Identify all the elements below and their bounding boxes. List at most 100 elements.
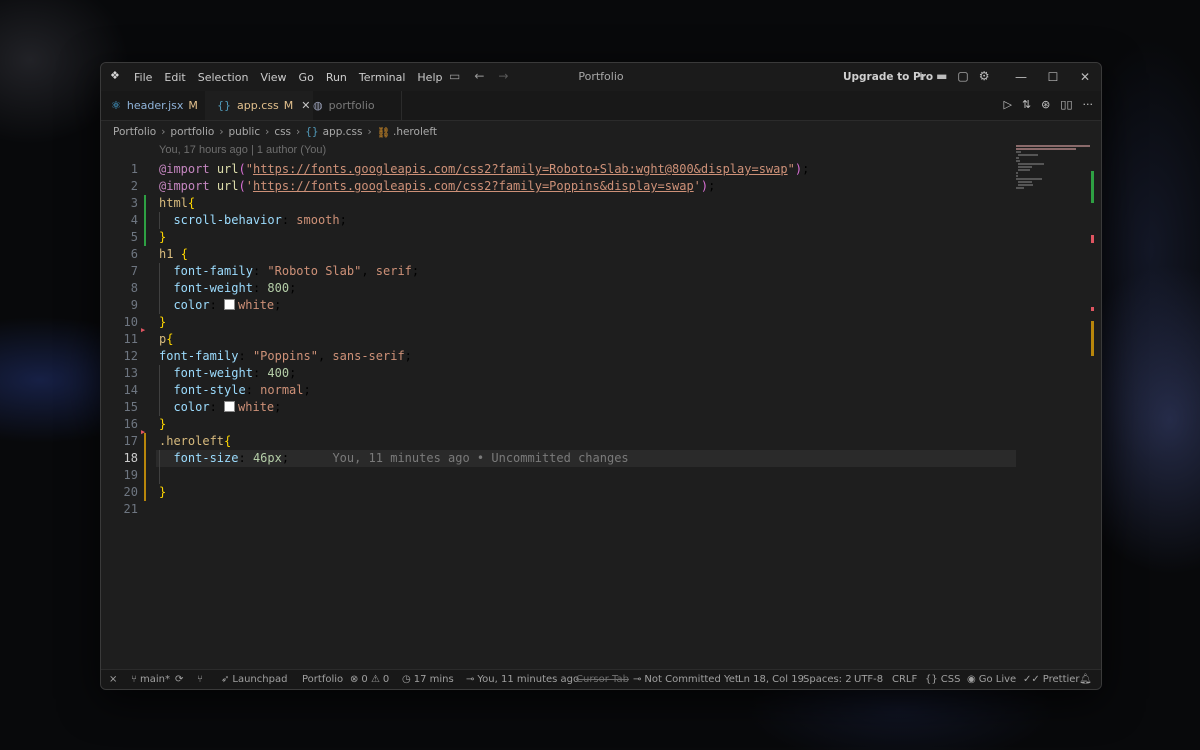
braces-icon: {} xyxy=(925,674,938,685)
minimize-icon[interactable]: — xyxy=(1005,63,1037,91)
code-text: color: white; xyxy=(173,400,282,414)
code-line[interactable]: 3 html{ xyxy=(101,195,1091,212)
error-count: 0 xyxy=(361,674,368,685)
code-line[interactable]: 19 xyxy=(101,467,1091,484)
code-line[interactable]: 21 xyxy=(101,501,1091,518)
tab-header-jsx[interactable]: ⚛ header.jsx M xyxy=(101,91,215,120)
breadcrumb-item[interactable]: css xyxy=(274,126,291,138)
menu-view[interactable]: View xyxy=(260,71,286,84)
source-control-icon[interactable]: ⑂ xyxy=(197,670,203,689)
split-editor-icon[interactable]: ▯▯ xyxy=(1060,98,1072,111)
breadcrumb: Portfolio › portfolio › public › css › {… xyxy=(113,123,437,141)
branch-indicator[interactable]: ⑂ main* xyxy=(131,670,170,689)
new-chat-icon[interactable]: + xyxy=(916,69,926,83)
menu-selection[interactable]: Selection xyxy=(198,71,249,84)
tab-app-css[interactable]: {} app.css M ✕ xyxy=(205,91,313,120)
react-icon: ⚛ xyxy=(111,99,121,112)
menu-terminal[interactable]: Terminal xyxy=(359,71,406,84)
breadcrumb-item[interactable]: .heroleft xyxy=(393,126,437,138)
code-line[interactable]: 8 font-weight: 800; xyxy=(101,280,1091,297)
git-icon[interactable]: ⊛ xyxy=(1041,98,1050,111)
breadcrumb-item[interactable]: app.css xyxy=(323,126,363,138)
app-logo-icon: ❖ xyxy=(110,69,120,82)
commit-status[interactable]: ⊸ Not Committed Yet xyxy=(633,670,739,689)
css-braces-icon: {} xyxy=(305,126,319,138)
line-number: 15 xyxy=(123,400,138,414)
menu-edit[interactable]: Edit xyxy=(164,71,185,84)
language-mode[interactable]: {} CSS xyxy=(925,670,960,689)
breadcrumb-item[interactable]: public xyxy=(229,126,261,138)
code-line[interactable]: 2 @import url('https://fonts.googleapis.c… xyxy=(101,178,1091,195)
more-actions-icon[interactable]: ··· xyxy=(1083,98,1094,111)
modified-badge: M xyxy=(283,99,294,112)
time-tracker[interactable]: ◷ 17 mins xyxy=(402,670,454,689)
prettier-status[interactable]: ✓✓ Prettier xyxy=(1023,670,1080,689)
code-text: @import url("https://fonts.googleapis.co… xyxy=(159,162,810,176)
code-text: scroll-behavior: smooth; xyxy=(173,213,347,227)
code-line[interactable]: 12 font-family: "Poppins", sans-serif; xyxy=(101,348,1091,365)
indentation[interactable]: Spaces: 2 xyxy=(803,670,852,689)
line-number: 4 xyxy=(130,213,138,227)
line-number: 8 xyxy=(130,281,138,295)
line-endings[interactable]: CRLF xyxy=(892,670,917,689)
workspace-label[interactable]: Portfolio xyxy=(302,670,343,689)
problems-indicator[interactable]: ⊗ 0 ⚠ 0 xyxy=(350,670,389,689)
codelens-blame[interactable]: You, 17 hours ago | 1 author (You) xyxy=(159,144,326,156)
css-braces-icon: {} xyxy=(217,99,231,112)
code-line[interactable]: 14 font-style: normal; xyxy=(101,382,1091,399)
color-swatch[interactable] xyxy=(224,401,236,412)
compare-icon[interactable]: ⇅ xyxy=(1022,98,1031,111)
breadcrumb-item[interactable]: Portfolio xyxy=(113,126,156,138)
minimap[interactable] xyxy=(1016,143,1091,193)
code-line[interactable]: 11 p{ xyxy=(101,331,1091,348)
launchpad-item[interactable]: ➶ Launchpad xyxy=(221,670,287,689)
code-line[interactable]: 6 h1 { xyxy=(101,246,1091,263)
inline-blame[interactable]: You, 11 minutes ago • Uncommitted change… xyxy=(332,451,628,465)
menu-run[interactable]: Run xyxy=(326,71,347,84)
toggle-sidebar-icon[interactable]: ▭ xyxy=(449,69,460,83)
code-line[interactable]: 9 color: white; xyxy=(101,297,1091,314)
sync-icon[interactable]: ⟳ xyxy=(175,670,183,689)
code-line[interactable]: 10} xyxy=(101,314,1091,331)
code-line[interactable]: 16} xyxy=(101,416,1091,433)
code-editor[interactable]: You, 17 hours ago | 1 author (You) ▶ ▶ 1 @i… xyxy=(101,143,1091,663)
scrollbar[interactable] xyxy=(1091,143,1101,663)
code-line[interactable]: 1 @import url("https://fonts.googleapis.c… xyxy=(101,161,1091,178)
settings-gear-icon[interactable]: ⚙ xyxy=(979,69,990,83)
color-swatch[interactable] xyxy=(224,299,236,310)
code-text: } xyxy=(159,417,167,431)
menu-file[interactable]: File xyxy=(134,71,152,84)
go-live-button[interactable]: ◉ Go Live xyxy=(967,670,1016,689)
code-text: font-family: "Roboto Slab", serif; xyxy=(173,264,420,278)
remote-icon[interactable]: ⨯ xyxy=(109,670,117,689)
forward-arrow-icon[interactable]: → xyxy=(498,69,508,83)
code-line[interactable]: 7 font-family: "Roboto Slab", serif; xyxy=(101,263,1091,280)
breadcrumb-item[interactable]: portfolio xyxy=(170,126,214,138)
menu-help[interactable]: Help xyxy=(417,71,442,84)
close-window-icon[interactable]: ✕ xyxy=(1069,63,1101,91)
code-line[interactable]: 17 .heroleft{ xyxy=(101,433,1091,450)
chat-icon[interactable]: ▢ xyxy=(957,69,968,83)
code-text: } xyxy=(159,485,167,499)
code-text: font-weight: 800; xyxy=(173,281,297,295)
tab-label: app.css xyxy=(237,99,279,112)
code-line[interactable]: 13 font-weight: 400; xyxy=(101,365,1091,382)
back-arrow-icon[interactable]: ← xyxy=(474,69,484,83)
code-line[interactable]: 20} xyxy=(101,484,1091,501)
code-line[interactable]: 15 color: white; xyxy=(101,399,1091,416)
encoding[interactable]: UTF-8 xyxy=(854,670,883,689)
line-number: 5 xyxy=(130,230,138,244)
code-text: @import url('https://fonts.googleapis.co… xyxy=(159,179,716,193)
notifications-bell-icon[interactable]: 🔔︎ xyxy=(1079,670,1092,689)
code-line[interactable]: 18 font-size: 46px; You, 11 minutes ago … xyxy=(101,450,1091,467)
menu-go[interactable]: Go xyxy=(299,71,314,84)
tab-portfolio[interactable]: ◍ portfolio xyxy=(301,91,402,120)
cursor-position[interactable]: Ln 18, Col 19 xyxy=(738,670,804,689)
blame-status[interactable]: ⊸ You, 11 minutes ago xyxy=(466,670,579,689)
code-line[interactable]: 5} xyxy=(101,229,1091,246)
cursor-tab-status[interactable]: Cursor Tab xyxy=(576,670,629,689)
code-line[interactable]: 4 scroll-behavior: smooth; xyxy=(101,212,1091,229)
maximize-icon[interactable]: ☐ xyxy=(1037,63,1069,91)
toggle-panel-icon[interactable]: ▬ xyxy=(936,69,947,83)
run-icon[interactable]: ▷ xyxy=(1003,98,1011,111)
